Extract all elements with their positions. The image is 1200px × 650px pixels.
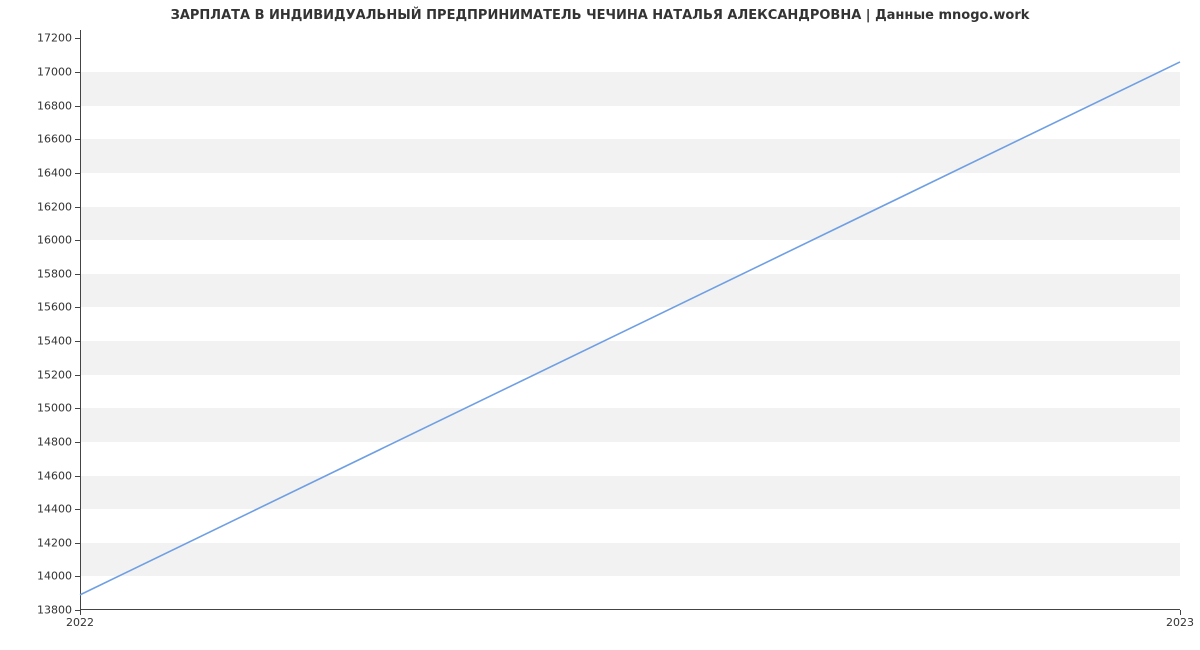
y-tick-mark — [75, 576, 80, 577]
y-tick-label: 17200 — [37, 32, 72, 45]
y-tick-label: 16600 — [37, 133, 72, 146]
y-tick-label: 15200 — [37, 368, 72, 381]
y-tick-mark — [75, 341, 80, 342]
y-tick-label: 16400 — [37, 166, 72, 179]
x-tick-mark — [1180, 610, 1181, 615]
y-tick-label: 16200 — [37, 200, 72, 213]
y-tick-mark — [75, 240, 80, 241]
y-tick-label: 16000 — [37, 234, 72, 247]
y-tick-label: 13800 — [37, 604, 72, 617]
y-tick-label: 15400 — [37, 335, 72, 348]
y-tick-mark — [75, 509, 80, 510]
x-tick-mark — [80, 610, 81, 615]
y-tick-label: 16800 — [37, 99, 72, 112]
y-tick-label: 17000 — [37, 66, 72, 79]
y-tick-mark — [75, 139, 80, 140]
y-tick-label: 14800 — [37, 435, 72, 448]
y-tick-label: 15000 — [37, 402, 72, 415]
y-tick-mark — [75, 476, 80, 477]
line-series — [80, 30, 1180, 610]
y-tick-label: 14000 — [37, 570, 72, 583]
y-tick-mark — [75, 543, 80, 544]
chart-title: ЗАРПЛАТА В ИНДИВИДУАЛЬНЫЙ ПРЕДПРИНИМАТЕЛ… — [0, 8, 1200, 23]
x-tick-label: 2023 — [1166, 616, 1194, 629]
y-tick-mark — [75, 72, 80, 73]
plot-area: 1380014000142001440014600148001500015200… — [80, 30, 1180, 610]
data-line — [80, 62, 1180, 595]
y-tick-label: 14200 — [37, 536, 72, 549]
y-tick-label: 14600 — [37, 469, 72, 482]
y-tick-label: 14400 — [37, 503, 72, 516]
x-tick-label: 2022 — [66, 616, 94, 629]
y-tick-label: 15800 — [37, 267, 72, 280]
y-tick-mark — [75, 307, 80, 308]
y-tick-mark — [75, 106, 80, 107]
y-tick-mark — [75, 38, 80, 39]
y-tick-mark — [75, 274, 80, 275]
y-tick-label: 15600 — [37, 301, 72, 314]
y-tick-mark — [75, 442, 80, 443]
y-tick-mark — [75, 375, 80, 376]
chart-container: ЗАРПЛАТА В ИНДИВИДУАЛЬНЫЙ ПРЕДПРИНИМАТЕЛ… — [0, 0, 1200, 650]
y-tick-mark — [75, 173, 80, 174]
y-tick-mark — [75, 408, 80, 409]
y-tick-mark — [75, 207, 80, 208]
